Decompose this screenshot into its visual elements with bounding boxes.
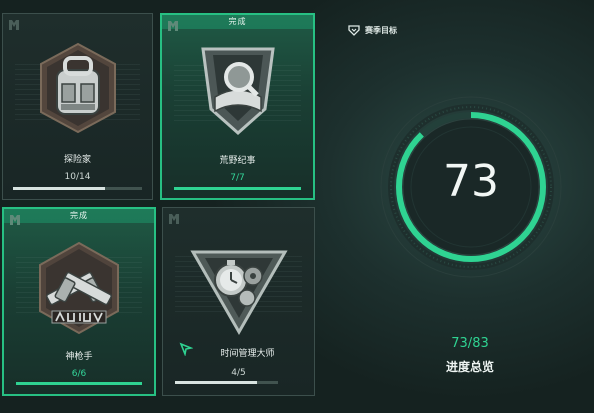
card-logo-icon [168, 21, 178, 31]
card-progress-fill [175, 381, 258, 384]
card-logo-icon [9, 20, 19, 30]
progress-score: 73/83 [451, 336, 489, 351]
card-progress-bar [13, 187, 142, 190]
card-progress-text: 7/7 [230, 173, 245, 183]
card-logo-icon [10, 215, 20, 225]
completed-badge: 完成 [4, 209, 154, 223]
card-title: 荒野纪事 [219, 156, 256, 166]
card-progress-fill [174, 187, 301, 190]
book-magnifier-emblem-icon [200, 47, 275, 136]
card-title: 探险家 [63, 155, 91, 165]
achievement-card-wilderness-chronicle[interactable]: 完成 荒野纪事 7/7 [160, 13, 315, 200]
card-progress-text: 10/14 [64, 172, 91, 182]
card-progress-bar [174, 187, 301, 190]
crossed-pistols-emblem-icon [39, 241, 119, 335]
achievement-card-sharpshooter[interactable]: 完成 神枪手 6/6 [2, 207, 156, 396]
backpack-emblem-icon [39, 42, 116, 134]
card-progress-bar [175, 381, 278, 384]
season-goals-screen: 探险家 10/14 完成 荒野纪事 7/7 完成 神枪手 6/6 时间管理大师 … [0, 0, 594, 413]
card-progress-fill [13, 187, 106, 190]
season-goal-icon [348, 25, 360, 36]
progress-value: 73 [443, 156, 499, 207]
card-title: 神枪手 [65, 352, 93, 362]
progress-ring: 73 [378, 94, 564, 280]
season-goal-label: 赛季目标 [365, 25, 397, 35]
card-progress-bar [16, 382, 142, 385]
card-progress-text: 4/5 [231, 368, 246, 378]
achievement-card-explorer[interactable]: 探险家 10/14 [2, 13, 153, 200]
progress-overview-label: 进度总览 [445, 360, 494, 374]
card-logo-icon [169, 214, 179, 224]
completed-badge: 完成 [162, 15, 313, 29]
card-progress-text: 6/6 [71, 369, 87, 379]
stopwatch-gears-emblem-icon [189, 250, 288, 336]
card-progress-fill [16, 382, 142, 385]
season-goal-header: 赛季目标 [348, 24, 397, 36]
card-title: 时间管理大师 [220, 349, 275, 359]
achievement-card-time-master[interactable]: 时间管理大师 4/5 [162, 207, 315, 396]
